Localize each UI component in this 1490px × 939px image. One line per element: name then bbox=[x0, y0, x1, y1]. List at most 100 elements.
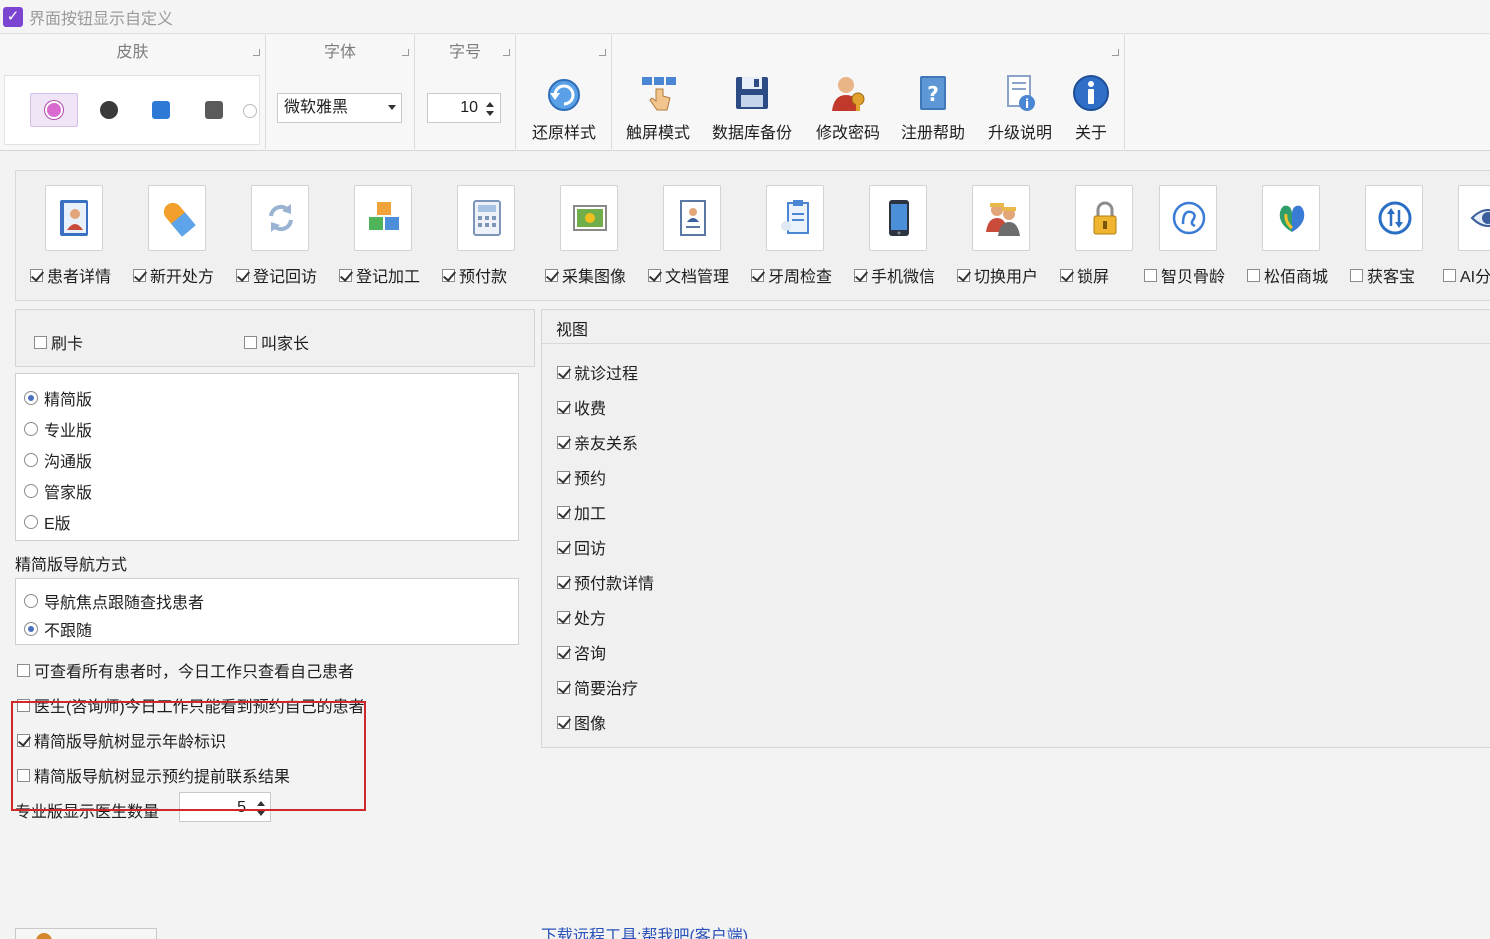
view-item-checkbox[interactable] bbox=[557, 470, 570, 484]
view-item-checkbox[interactable] bbox=[557, 715, 570, 729]
module-tile[interactable] bbox=[1365, 185, 1423, 251]
edition-radio[interactable] bbox=[24, 484, 38, 498]
view-item-checkbox[interactable] bbox=[557, 680, 570, 694]
module-tile[interactable] bbox=[148, 185, 206, 251]
font-size-spinner[interactable]: 10 bbox=[427, 93, 501, 123]
restore-group-launcher-icon[interactable] bbox=[599, 49, 606, 56]
touch-mode-button[interactable]: 触屏模式 bbox=[616, 73, 700, 143]
module-checkbox[interactable] bbox=[236, 268, 249, 282]
module-checkbox[interactable] bbox=[545, 268, 558, 282]
module-tile[interactable] bbox=[251, 185, 309, 251]
module-checkbox[interactable] bbox=[957, 268, 970, 282]
option-checkbox[interactable] bbox=[17, 663, 30, 677]
module-tile[interactable] bbox=[869, 185, 927, 251]
option-own-patients-only[interactable]: 可查看所有患者时，今日工作只查看自己患者 bbox=[17, 658, 354, 682]
register-help-button[interactable]: ? 注册帮助 bbox=[894, 73, 972, 143]
module-checkbox[interactable] bbox=[30, 268, 43, 282]
skin-group-launcher-icon[interactable] bbox=[253, 49, 260, 56]
module-tile[interactable] bbox=[457, 185, 515, 251]
edition-option-communication[interactable]: 沟通版 bbox=[24, 448, 92, 472]
about-button[interactable]: 关于 bbox=[1064, 73, 1118, 143]
module-tile[interactable] bbox=[1262, 185, 1320, 251]
call-parent-checkbox[interactable] bbox=[244, 335, 257, 349]
edition-radio[interactable] bbox=[24, 453, 38, 467]
module-tile[interactable] bbox=[560, 185, 618, 251]
view-item[interactable]: 咨询 bbox=[557, 640, 606, 664]
edition-option-pro[interactable]: 专业版 bbox=[24, 417, 92, 441]
edition-radio[interactable] bbox=[24, 515, 38, 529]
view-item[interactable]: 加工 bbox=[557, 500, 606, 524]
change-password-button[interactable]: 修改密码 bbox=[806, 73, 890, 143]
module-tile[interactable] bbox=[1458, 185, 1490, 251]
module-checkbox[interactable] bbox=[1144, 268, 1157, 282]
view-item-label: 就诊过程 bbox=[574, 366, 639, 383]
module-checkbox[interactable] bbox=[1350, 268, 1363, 282]
module-tile[interactable] bbox=[354, 185, 412, 251]
edition-radio[interactable] bbox=[24, 422, 38, 436]
swipe-card-checkbox[interactable] bbox=[34, 335, 47, 349]
view-item[interactable]: 图像 bbox=[557, 710, 606, 734]
module-tile[interactable] bbox=[45, 185, 103, 251]
edition-option-lite[interactable]: 精简版 bbox=[24, 386, 92, 410]
spin-up-icon[interactable] bbox=[486, 102, 494, 107]
module-tile[interactable] bbox=[972, 185, 1030, 251]
edition-radio[interactable] bbox=[24, 391, 38, 405]
module-tile[interactable] bbox=[1075, 185, 1133, 251]
view-item-checkbox[interactable] bbox=[557, 505, 570, 519]
module-checkbox[interactable] bbox=[1443, 268, 1456, 282]
view-item[interactable]: 收费 bbox=[557, 395, 606, 419]
module-checkbox[interactable] bbox=[442, 268, 455, 282]
view-item[interactable]: 回访 bbox=[557, 535, 606, 559]
view-item-checkbox[interactable] bbox=[557, 610, 570, 624]
upgrade-notes-button[interactable]: i 升级说明 bbox=[980, 73, 1060, 143]
help-book-icon: ? bbox=[913, 73, 953, 113]
view-item-checkbox[interactable] bbox=[557, 540, 570, 554]
view-item-checkbox[interactable] bbox=[557, 365, 570, 379]
view-item-checkbox[interactable] bbox=[557, 645, 570, 659]
view-item[interactable]: 简要治疗 bbox=[557, 675, 638, 699]
module-tile[interactable] bbox=[1159, 185, 1217, 251]
font-group-launcher-icon[interactable] bbox=[402, 49, 409, 56]
view-item[interactable]: 就诊过程 bbox=[557, 360, 638, 384]
module-tile[interactable] bbox=[766, 185, 824, 251]
view-item-checkbox[interactable] bbox=[557, 435, 570, 449]
module-checkbox[interactable] bbox=[133, 268, 146, 282]
nav-mode-radio[interactable] bbox=[24, 594, 38, 608]
swipe-card-option[interactable]: 刷卡 bbox=[34, 330, 83, 354]
edition-option-butler[interactable]: 管家版 bbox=[24, 479, 92, 503]
change-password-label: 修改密码 bbox=[815, 125, 880, 142]
view-item[interactable]: 预付款详情 bbox=[557, 570, 654, 594]
nav-mode-no-follow[interactable]: 不跟随 bbox=[24, 617, 92, 641]
nav-mode-follow[interactable]: 导航焦点跟随查找患者 bbox=[24, 589, 204, 613]
skin-scroll-right-icon[interactable] bbox=[243, 104, 257, 118]
view-item-checkbox[interactable] bbox=[557, 575, 570, 589]
database-backup-button[interactable]: 数据库备份 bbox=[706, 73, 798, 143]
tools-group: 触屏模式 数据库备份 修改密码 ? 注册帮助 i 升级说明 关于 bbox=[612, 35, 1125, 149]
skin-office-gray[interactable] bbox=[200, 96, 228, 124]
skin-office-blue[interactable] bbox=[147, 96, 175, 124]
spin-down-icon[interactable] bbox=[486, 111, 494, 116]
tools-group-launcher-icon[interactable] bbox=[1112, 49, 1119, 56]
edition-option-e[interactable]: E版 bbox=[24, 510, 71, 534]
remote-tool-download-link[interactable]: 下载远程工具:帮我吧(客户端) bbox=[541, 922, 748, 939]
skin-office-dark[interactable] bbox=[95, 96, 123, 124]
nav-mode-radio[interactable] bbox=[24, 622, 38, 636]
view-item[interactable]: 亲友关系 bbox=[557, 430, 638, 454]
restore-style-button[interactable]: 还原样式 bbox=[516, 73, 612, 143]
module-tile[interactable] bbox=[663, 185, 721, 251]
call-parent-option[interactable]: 叫家长 bbox=[244, 330, 309, 354]
module-checkbox[interactable] bbox=[751, 268, 764, 282]
module-checkbox[interactable] bbox=[648, 268, 661, 282]
skin-office-purple[interactable] bbox=[30, 93, 78, 127]
spin-down-icon[interactable] bbox=[257, 811, 265, 816]
module-checkbox[interactable] bbox=[854, 268, 867, 282]
view-item[interactable]: 处方 bbox=[557, 605, 606, 629]
font-family-select[interactable]: 微软雅黑 bbox=[277, 93, 402, 123]
view-item-checkbox[interactable] bbox=[557, 400, 570, 414]
module-checkbox[interactable] bbox=[1060, 268, 1073, 282]
view-item[interactable]: 预约 bbox=[557, 465, 606, 489]
bottom-action-button[interactable] bbox=[15, 928, 157, 939]
module-checkbox[interactable] bbox=[339, 268, 352, 282]
fontsize-group-launcher-icon[interactable] bbox=[503, 49, 510, 56]
module-checkbox[interactable] bbox=[1247, 268, 1260, 282]
